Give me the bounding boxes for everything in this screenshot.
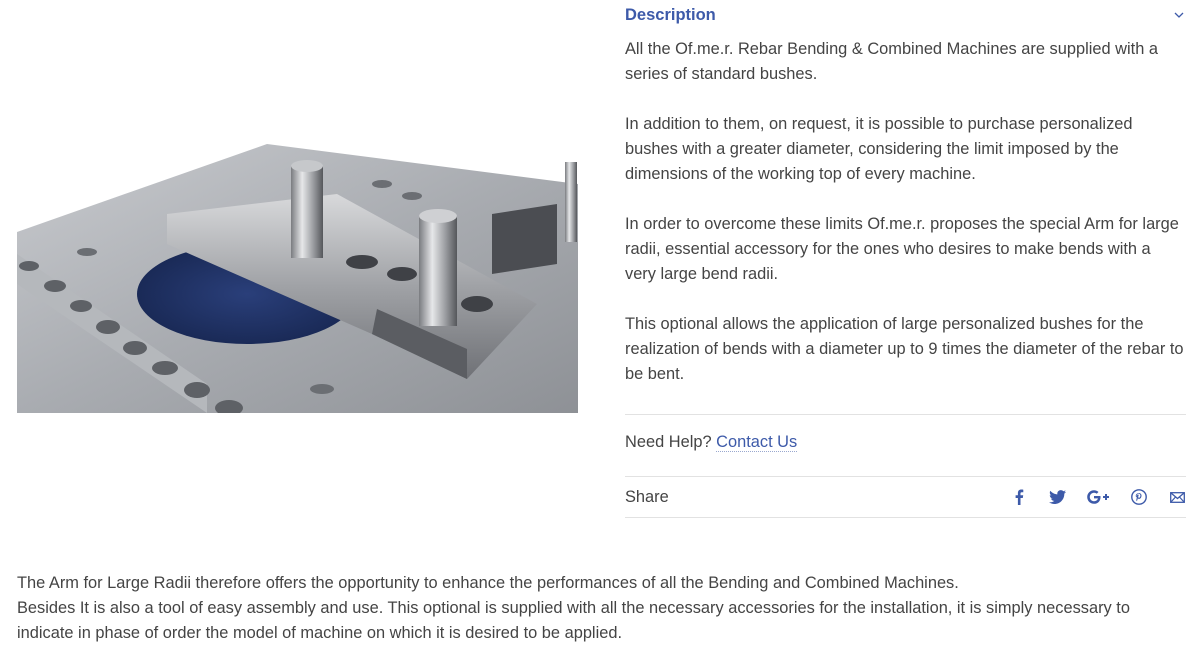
pinterest-icon[interactable] [1130, 488, 1148, 506]
share-icons [1010, 488, 1186, 506]
divider [625, 476, 1186, 477]
need-help-label: Need Help? [625, 433, 712, 451]
description-paragraph: This optional allows the application of … [625, 315, 1184, 383]
google-plus-icon[interactable] [1086, 488, 1110, 506]
long-description: The Arm for Large Radii therefore offers… [17, 571, 1187, 646]
description-paragraph: In order to overcome these limits Of.me.… [625, 215, 1179, 283]
description-tab-header[interactable]: Description [625, 3, 1186, 27]
long-description-line: The Arm for Large Radii therefore offers… [17, 574, 959, 592]
description-paragraph: All the Of.me.r. Rebar Bending & Combine… [625, 40, 1158, 83]
twitter-icon[interactable] [1048, 488, 1066, 506]
need-help-row: Need Help? Contact Us [625, 431, 798, 453]
divider [625, 517, 1186, 518]
email-icon[interactable] [1168, 488, 1186, 506]
description-paragraph: In addition to them, on request, it is p… [625, 115, 1133, 183]
chevron-down-icon[interactable] [1172, 8, 1186, 22]
facebook-icon[interactable] [1010, 488, 1028, 506]
share-label: Share [625, 487, 669, 506]
divider [625, 414, 1186, 415]
share-row: Share [625, 486, 1186, 508]
description-body: All the Of.me.r. Rebar Bending & Combine… [625, 37, 1186, 412]
long-description-line: Besides It is also a tool of easy assemb… [17, 599, 1130, 642]
contact-us-link[interactable]: Contact Us [716, 433, 798, 452]
description-title[interactable]: Description [625, 6, 716, 25]
product-image [17, 144, 578, 413]
